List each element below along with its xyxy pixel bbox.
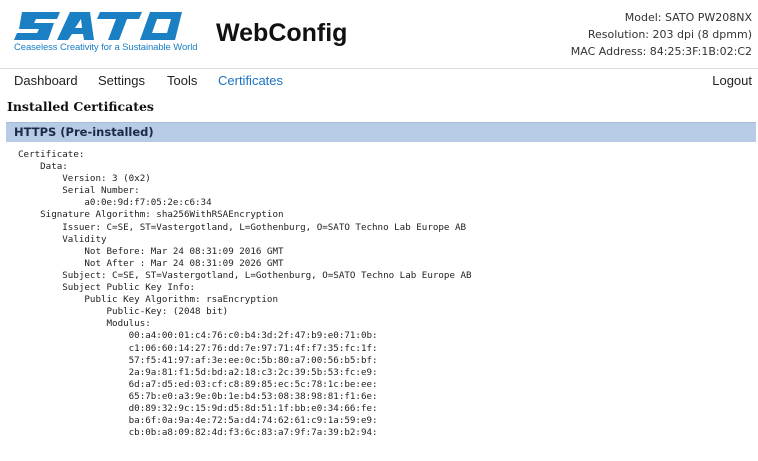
app-title: WebConfig bbox=[216, 19, 348, 47]
device-mac-address: MAC Address: 84:25:3F:1B:02:C2 bbox=[570, 45, 752, 58]
sato-logo: Ceaseless Creativity for a Sustainable W… bbox=[14, 10, 210, 62]
certificate-line: Public-Key: (2048 bit) bbox=[18, 306, 229, 318]
certificate-line: Version: 3 (0x2) bbox=[18, 173, 151, 185]
certificate-line: a0:0e:9d:f7:05:2e:c6:34 bbox=[18, 197, 212, 209]
sato-logo-mark bbox=[14, 12, 182, 40]
certificate-line: Modulus: bbox=[18, 318, 151, 330]
page-title: Installed Certificates bbox=[7, 99, 154, 114]
certificate-details: Certificate: Data: Version: 3 (0x2) Seri… bbox=[18, 149, 472, 439]
certificate-line: Not Before: Mar 24 08:31:09 2016 GMT bbox=[18, 245, 284, 257]
certificate-line: 00:a4:00:01:c4:76:c0:b4:3d:2f:47:b9:e0:7… bbox=[18, 330, 378, 342]
certificate-panel-header: HTTPS (Pre-installed) bbox=[6, 122, 756, 142]
certificate-line: d0:89:32:9c:15:9d:d5:8d:51:1f:bb:e0:34:6… bbox=[18, 402, 378, 414]
certificate-line: Signature Algorithm: sha256WithRSAEncryp… bbox=[18, 209, 284, 221]
nav-tools[interactable]: Tools bbox=[167, 73, 197, 88]
certificate-line: 65:7b:e0:a3:9e:0b:1e:b4:53:08:38:98:81:f… bbox=[18, 390, 378, 402]
certificate-line: Serial Number: bbox=[18, 185, 140, 197]
certificate-line: 57:f5:41:97:af:3e:ee:0c:5b:80:a7:00:56:b… bbox=[18, 354, 378, 366]
certificate-panel-title: HTTPS (Pre-installed) bbox=[14, 125, 154, 139]
logout-link[interactable]: Logout bbox=[712, 73, 752, 88]
certificate-line: Public Key Algorithm: rsaEncryption bbox=[18, 294, 278, 306]
device-resolution: Resolution: 203 dpi (8 dpmm) bbox=[587, 28, 752, 41]
nav-dashboard[interactable]: Dashboard bbox=[14, 73, 78, 88]
nav-settings[interactable]: Settings bbox=[98, 73, 145, 88]
certificate-line: Subject Public Key Info: bbox=[18, 282, 196, 294]
main-nav: Dashboard Settings Tools Certificates Lo… bbox=[0, 68, 758, 91]
certificate-line: Data: bbox=[18, 161, 68, 173]
brand-tagline: Ceaseless Creativity for a Sustainable W… bbox=[14, 42, 198, 53]
certificate-line: Validity bbox=[18, 233, 107, 245]
certificate-line: cb:0b:a8:09:82:4d:f3:6c:83:a7:9f:7a:39:b… bbox=[18, 427, 378, 439]
device-info: Model: SATO PW208NX Resolution: 203 dpi … bbox=[571, 9, 752, 60]
nav-certificates[interactable]: Certificates bbox=[218, 73, 283, 88]
certificate-line: c1:06:60:14:27:76:dd:7e:97:71:4f:f7:35:f… bbox=[18, 342, 378, 354]
certificate-line: 6d:a7:d5:ed:03:cf:c8:89:85:ec:5c:78:1c:b… bbox=[18, 378, 378, 390]
certificate-line: 2a:9a:81:f1:5d:bd:a2:18:c3:2c:39:5b:53:f… bbox=[18, 366, 378, 378]
certificate-line: ba:6f:0a:9a:4e:72:5a:d4:74:62:61:c9:1a:5… bbox=[18, 415, 378, 427]
certificate-line: Subject: C=SE, ST=Vastergotland, L=Gothe… bbox=[18, 269, 472, 281]
certificate-line: Not After : Mar 24 08:31:09 2026 GMT bbox=[18, 257, 284, 269]
certificate-line: Certificate: bbox=[18, 149, 85, 160]
certificate-line: Issuer: C=SE, ST=Vastergotland, L=Gothen… bbox=[18, 221, 467, 233]
device-model: Model: SATO PW208NX bbox=[624, 11, 752, 24]
header: Ceaseless Creativity for a Sustainable W… bbox=[0, 0, 758, 66]
